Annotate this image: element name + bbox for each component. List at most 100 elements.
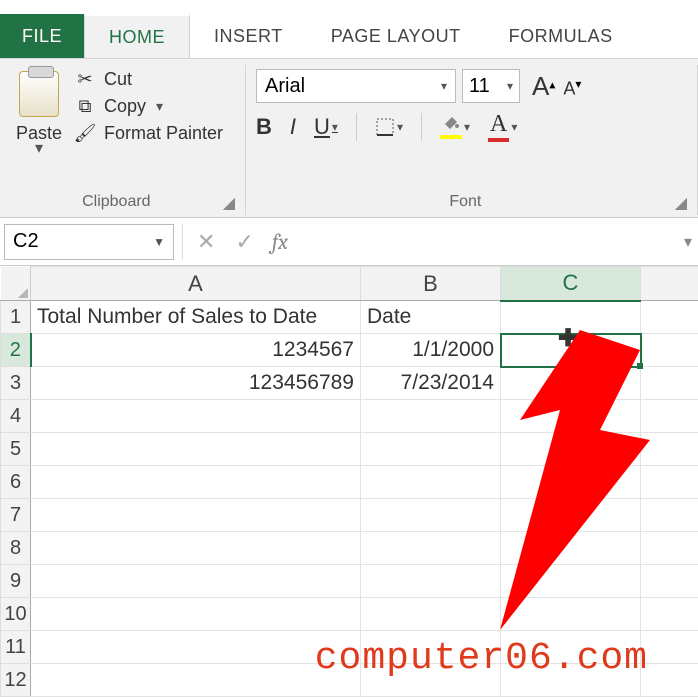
format-painter-button[interactable]: 🖌 Format Painter	[74, 123, 223, 144]
chevron-down-icon: ▾	[332, 120, 338, 134]
cell[interactable]	[641, 400, 698, 433]
font-color-button[interactable]: A ▾	[488, 111, 517, 142]
tab-home[interactable]: HOME	[84, 14, 190, 58]
cell[interactable]	[31, 499, 361, 532]
row-header-8[interactable]: 8	[1, 532, 31, 565]
font-size-combo[interactable]: 11 ▾	[462, 69, 520, 103]
group-font: Arial ▾ 11 ▾ A▴ A▾ B I U▾ ▾	[246, 65, 698, 215]
cell[interactable]	[361, 466, 501, 499]
expand-formula-bar-icon[interactable]: ▾	[678, 232, 698, 252]
cell[interactable]	[31, 598, 361, 631]
font-name-combo[interactable]: Arial ▾	[256, 69, 456, 103]
fill-color-button[interactable]: ▾	[440, 114, 470, 139]
bucket-icon	[440, 114, 462, 139]
worksheet-grid[interactable]: A B C 1 Total Number of Sales to Date Da…	[0, 266, 698, 697]
font-size-value: 11	[469, 75, 490, 98]
bold-button[interactable]: B	[256, 114, 272, 140]
cell[interactable]	[501, 532, 641, 565]
separator	[356, 113, 357, 141]
cell[interactable]	[31, 433, 361, 466]
cell[interactable]	[31, 532, 361, 565]
cell[interactable]	[501, 598, 641, 631]
decrease-font-button[interactable]: A▾	[563, 77, 581, 99]
cell[interactable]	[31, 400, 361, 433]
cell-a2[interactable]: 1234567	[31, 334, 361, 367]
cell[interactable]	[641, 631, 698, 664]
quick-access-toolbar	[0, 0, 698, 14]
row-header-4[interactable]: 4	[1, 400, 31, 433]
cell[interactable]	[31, 631, 361, 664]
cell[interactable]	[361, 565, 501, 598]
column-header-c[interactable]: C	[501, 267, 641, 301]
enter-formula-button[interactable]: ✓	[225, 229, 263, 255]
paste-button[interactable]: Paste ▾	[10, 67, 68, 154]
cell[interactable]	[641, 565, 698, 598]
cell[interactable]	[501, 565, 641, 598]
cell-c2[interactable]	[501, 334, 641, 367]
cell-b2[interactable]: 1/1/2000	[361, 334, 501, 367]
tab-page-layout[interactable]: PAGE LAYOUT	[307, 14, 485, 58]
italic-button[interactable]: I	[290, 114, 296, 140]
cell[interactable]	[501, 499, 641, 532]
cell[interactable]	[501, 466, 641, 499]
cell[interactable]	[641, 466, 698, 499]
copy-icon: ⧉	[74, 96, 96, 117]
tab-file[interactable]: FILE	[0, 14, 84, 58]
row-header-5[interactable]: 5	[1, 433, 31, 466]
cell-a3[interactable]: 123456789	[31, 367, 361, 400]
cell[interactable]	[31, 565, 361, 598]
cell-c3[interactable]	[501, 367, 641, 400]
cell[interactable]	[361, 400, 501, 433]
row-header-7[interactable]: 7	[1, 499, 31, 532]
cell-a1[interactable]: Total Number of Sales to Date	[31, 301, 361, 334]
row-header-3[interactable]: 3	[1, 367, 31, 400]
copy-button[interactable]: ⧉ Copy ▾	[74, 96, 223, 117]
copy-label: Copy	[104, 96, 146, 117]
row-header-1[interactable]: 1	[1, 301, 31, 334]
select-all-button[interactable]	[1, 267, 31, 301]
tab-formulas[interactable]: FORMULAS	[485, 14, 637, 58]
cell[interactable]	[641, 301, 698, 334]
copy-dropdown-icon[interactable]: ▾	[156, 98, 163, 115]
cut-button[interactable]: ✂ Cut	[74, 69, 223, 90]
cell[interactable]	[641, 433, 698, 466]
cell[interactable]	[361, 433, 501, 466]
cell[interactable]	[501, 400, 641, 433]
clipboard-dialog-launcher-icon[interactable]: ◢	[223, 193, 235, 213]
cell[interactable]	[361, 499, 501, 532]
fx-icon[interactable]: fx	[264, 229, 296, 255]
underline-button[interactable]: U▾	[314, 114, 338, 140]
column-header-b[interactable]: B	[361, 267, 501, 301]
cell[interactable]	[361, 532, 501, 565]
row-header-10[interactable]: 10	[1, 598, 31, 631]
cell[interactable]	[641, 499, 698, 532]
cell[interactable]	[641, 532, 698, 565]
chevron-down-icon: ▾	[511, 120, 517, 134]
cell[interactable]	[641, 367, 698, 400]
row-header-9[interactable]: 9	[1, 565, 31, 598]
column-header[interactable]	[641, 267, 698, 301]
paste-dropdown-icon[interactable]: ▾	[35, 144, 43, 154]
cell[interactable]	[641, 334, 698, 367]
cell[interactable]	[501, 433, 641, 466]
ribbon: Paste ▾ ✂ Cut ⧉ Copy ▾ 🖌 Format Painter	[0, 58, 698, 218]
column-header-a[interactable]: A	[31, 267, 361, 301]
formula-input[interactable]	[296, 224, 678, 260]
chevron-down-icon: ▾	[507, 79, 513, 93]
tab-insert[interactable]: INSERT	[190, 14, 307, 58]
name-box[interactable]: C2 ▼	[4, 224, 174, 260]
cell-c1[interactable]	[501, 301, 641, 334]
cancel-formula-button[interactable]: ✕	[187, 229, 225, 255]
cell[interactable]	[31, 466, 361, 499]
row-header-2[interactable]: 2	[1, 334, 31, 367]
increase-font-button[interactable]: A▴	[532, 71, 555, 102]
cell-b1[interactable]: Date	[361, 301, 501, 334]
cut-label: Cut	[104, 69, 132, 90]
cell[interactable]	[641, 598, 698, 631]
cell[interactable]	[361, 598, 501, 631]
row-header-6[interactable]: 6	[1, 466, 31, 499]
borders-button[interactable]: ▾	[375, 117, 403, 137]
font-dialog-launcher-icon[interactable]: ◢	[675, 193, 687, 213]
row-header-11[interactable]: 11	[1, 631, 31, 664]
cell-b3[interactable]: 7/23/2014	[361, 367, 501, 400]
